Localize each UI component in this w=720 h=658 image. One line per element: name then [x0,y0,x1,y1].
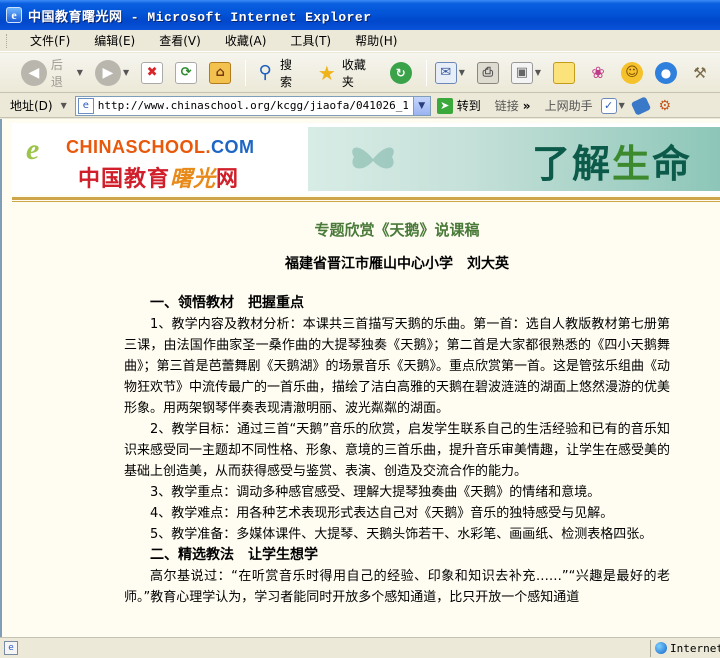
menu-grip-handle[interactable] [6,34,9,48]
chevron-right-icon[interactable]: » [523,99,531,113]
tools-button[interactable]: ⚒ [686,57,714,89]
address-bar: 地址(D) ▼ e ▼ ➤ 转到 链接 » 上网助手 ✓ ▼ ⚙ [0,94,720,118]
home-icon: ⌂ [209,61,232,84]
ie-icon: e [6,7,22,23]
menu-help[interactable]: 帮助(H) [347,30,405,51]
window-title: 中国教育曙光网 - Microsoft Internet Explorer [28,9,372,25]
print-button[interactable]: ⎙ [474,57,502,89]
go-arrow-icon: ➤ [436,97,453,114]
stop-icon: ✖ [141,61,164,84]
toolbar-divider [245,59,247,86]
back-button[interactable]: ◀ 后退 ▼ [18,57,86,89]
star-icon: ★ [317,60,336,85]
note-icon [553,61,576,84]
edit-button[interactable]: ▣ ▼ [508,57,544,89]
menu-bar: 文件(F) 编辑(E) 查看(V) 收藏(A) 工具(T) 帮助(H) [0,30,720,52]
site-banner: e CHINASCHOOL.COM 中国教育曙光网 了解生命 [12,123,720,195]
divider-line [12,197,720,200]
section-heading: 一、领悟教材 把握重点 [150,295,304,311]
page-status-icon: e [4,641,18,655]
globe-icon: ● [655,61,678,84]
messenger-button[interactable]: ❀ [584,57,612,89]
menu-view[interactable]: 查看(V) [151,30,209,51]
chevron-down-icon[interactable]: ▼ [459,68,465,77]
gear-icon[interactable]: ⚙ [657,98,673,114]
banner-artwork: 了解生命 [308,127,720,191]
smiley-icon: ☺ [621,61,644,84]
globe-icon [655,642,667,654]
menu-edit[interactable]: 编辑(E) [86,30,143,51]
globe-button[interactable]: ● [652,57,680,89]
refresh-icon: ⟳ [175,61,198,84]
printer-icon: ⎙ [476,61,499,84]
mail-icon: ✉ [434,61,457,84]
butterfly-icon [352,147,394,169]
paragraph: 1、教学内容及教材分析：本课共三首描写天鹅的乐曲。第一首：选自人教版教材第七册第… [124,317,671,416]
checkbox-icon[interactable]: ✓ [600,97,617,114]
history-button[interactable]: ↻ [387,57,415,89]
page-icon: e [77,97,94,114]
go-button[interactable]: ➤ 转到 [436,97,481,114]
history-icon: ↻ [389,61,412,84]
links-label[interactable]: 链接 [495,97,519,114]
search-icon: ⚲ [258,62,272,83]
go-label: 转到 [456,99,481,113]
eraser-icon[interactable] [630,95,651,116]
article-title: 专题欣赏《天鹅》说课稿 [314,221,480,239]
banner-slogan: 了解生命 [532,142,693,186]
section-heading: 二、精选教法 让学生想学 [150,547,318,563]
title-bar[interactable]: e 中国教育曙光网 - Microsoft Internet Explorer [0,0,720,30]
chevron-down-icon[interactable]: ▼ [61,101,67,110]
toolbar-divider [425,59,427,86]
logo-e-icon: e [26,133,40,166]
paragraph: 5、教学准备：多媒体课件、大提琴、天鹅头饰若干、水彩笔、画画纸、检测表格四张。 [150,527,653,542]
logo-latin-text: CHINASCHOOL.COM [66,137,255,157]
back-arrow-icon: ◀ [21,59,47,86]
chevron-down-icon[interactable]: ▼ [619,101,625,110]
search-label: 搜索 [280,57,293,89]
site-logo[interactable]: e CHINASCHOOL.COM 中国教育曙光网 [26,131,296,193]
menu-file[interactable]: 文件(F) [22,30,78,51]
forward-arrow-icon: ▶ [94,59,121,86]
zone-label: Internet [670,641,720,655]
butterfly-icon: ❀ [591,63,605,82]
home-button[interactable]: ⌂ [206,57,234,89]
article: 专题欣赏《天鹅》说课稿 福建省晋江市雁山中心小学 刘大英 一、领悟教材 把握重点… [124,219,670,608]
url-input[interactable] [97,99,408,112]
refresh-button[interactable]: ⟳ [172,57,200,89]
qq-button[interactable]: ☺ [618,57,646,89]
helper-label[interactable]: 上网助手 [545,97,593,114]
forward-button[interactable]: ▶ ▼ [92,57,132,89]
discuss-button[interactable] [550,57,578,89]
address-field[interactable]: e ▼ [74,95,431,116]
favorites-button[interactable]: ★ 收藏夹 [313,57,381,89]
chevron-down-icon[interactable]: ▼ [77,68,83,77]
mail-button[interactable]: ✉ ▼ [432,57,468,89]
paragraph: 高尔基说过：“在听赏音乐时得用自己的经验、印象和知识去补充……”“兴趣是最好的老… [124,569,670,605]
paragraph: 4、教学难点：用各种艺术表现形式表达自己对《天鹅》音乐的独特感受与见解。 [150,506,614,521]
address-label: 地址(D) [10,99,53,113]
security-zone[interactable]: Internet [650,639,720,657]
address-dropdown-icon[interactable]: ▼ [412,96,430,115]
logo-chinese-text: 中国教育曙光网 [78,167,240,192]
search-button[interactable]: ⚲ 搜索 [251,57,307,89]
stop-button[interactable]: ✖ [138,57,166,89]
page-content: e CHINASCHOOL.COM 中国教育曙光网 了解生命 专题欣赏《天鹅》说… [0,119,720,637]
favorites-label: 收藏夹 [341,57,366,89]
menu-tools[interactable]: 工具(T) [282,30,339,51]
tools-icon: ⚒ [693,63,707,82]
paragraph: 3、教学重点：调动多种感官感受、理解大提琴独奏曲《天鹅》的情绪和意境。 [150,485,601,500]
standard-toolbar: ◀ 后退 ▼ ▶ ▼ ✖ ⟳ ⌂ ⚲ 搜索 ★ 收藏夹 ↻ ✉ ▼ ⎙ ▣ ▼ … [0,53,720,93]
chevron-down-icon[interactable]: ▼ [123,68,129,77]
paragraph: 2、教学目标：通过三首“天鹅”音乐的欣赏，启发学生联系自己的生活经验和已有的音乐… [124,422,671,479]
back-label: 后退 [50,57,63,89]
edit-icon: ▣ [510,61,533,84]
chevron-down-icon[interactable]: ▼ [535,68,541,77]
divider-line [12,201,720,202]
article-author: 福建省晋江市雁山中心小学 刘大英 [285,256,509,272]
status-bar: e Internet [0,637,720,658]
menu-favorites[interactable]: 收藏(A) [217,30,275,51]
